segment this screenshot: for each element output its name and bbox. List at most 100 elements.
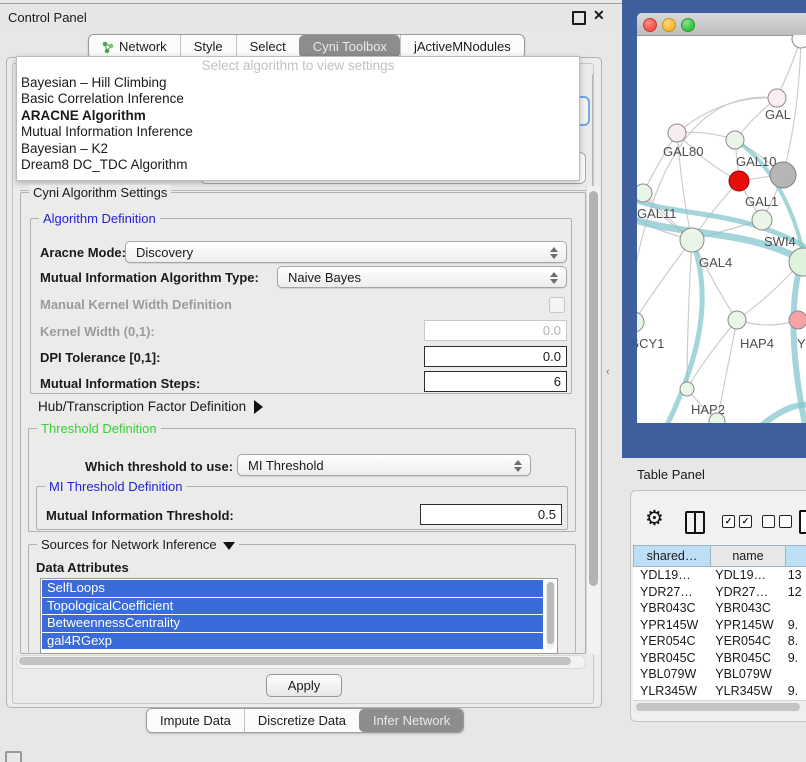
tab-discretize-data[interactable]: Discretize Data: [244, 709, 359, 732]
network-view-window[interactable]: GALGAL80GAL10GAL1GAL11GAL4SWI4GCY1HAP4YH…: [637, 13, 806, 423]
algorithm-option-basic-correlation-inference[interactable]: Basic Correlation Inference: [17, 91, 579, 107]
algorithm-option-dream8-dc-tdc-algorithm[interactable]: Dream8 DC_TDC Algorithm: [17, 157, 579, 173]
table-cell[interactable]: YER054C: [633, 633, 708, 650]
apply-button[interactable]: Apply: [266, 674, 342, 697]
algorithm-option-bayesian-k2[interactable]: Bayesian – K2: [17, 141, 579, 157]
zoom-traffic-light-icon[interactable]: [681, 18, 695, 32]
table-cell[interactable]: 8.: [781, 633, 806, 650]
tab-network[interactable]: Network: [89, 35, 180, 58]
algorithm-option-aracne-algorithm[interactable]: ARACNE Algorithm: [17, 108, 579, 124]
table-cell[interactable]: YBR043C: [633, 600, 708, 617]
table-cell[interactable]: 9.: [781, 650, 806, 667]
tab-impute-data[interactable]: Impute Data: [147, 709, 244, 732]
panel-collapse-icon[interactable]: ‹: [606, 366, 610, 378]
table-cell[interactable]: 13: [781, 567, 806, 584]
table-row[interactable]: YDL19…YDL19…13: [633, 567, 806, 584]
network-node-y[interactable]: [789, 311, 806, 329]
tab-jactivemnodules[interactable]: jActiveMNodules: [400, 35, 524, 58]
data-attributes-list[interactable]: SelfLoopsTopologicalCoefficientBetweenne…: [40, 578, 558, 654]
table-cell[interactable]: 9.: [781, 617, 806, 634]
network-graph[interactable]: GALGAL80GAL10GAL1GAL11GAL4SWI4GCY1HAP4YH…: [637, 35, 806, 423]
table-row[interactable]: YDR27…YDR27…12: [633, 584, 806, 601]
attribute-item-topologicalcoefficient[interactable]: TopologicalCoefficient: [42, 598, 543, 615]
unselect-all-columns-icon[interactable]: [762, 515, 792, 528]
table-cell[interactable]: YPR145W: [633, 617, 708, 634]
attribute-item-selfloops[interactable]: SelfLoops: [42, 580, 543, 597]
column-header-cut[interactable]: [786, 545, 806, 567]
mi-steps-field[interactable]: 6: [424, 371, 567, 392]
float-window-icon[interactable]: [572, 11, 586, 25]
sources-group-label[interactable]: Sources for Network Inference: [37, 537, 239, 552]
table-cell[interactable]: 12: [781, 584, 806, 601]
network-node-hap2[interactable]: [680, 382, 694, 396]
table-cell[interactable]: YDR27…: [633, 584, 708, 601]
attribute-list-scrollbar[interactable]: [546, 581, 555, 649]
network-node-gal80[interactable]: [668, 124, 686, 142]
settings-horizontal-scrollbar-thumb[interactable]: [19, 657, 571, 665]
network-node-gal[interactable]: [768, 89, 786, 107]
which-threshold-select[interactable]: MI Threshold: [237, 454, 531, 476]
close-traffic-light-icon[interactable]: [643, 18, 657, 32]
column-header-name[interactable]: name: [711, 545, 786, 567]
minimize-traffic-light-icon[interactable]: [662, 18, 676, 32]
table-horizontal-scrollbar[interactable]: [633, 700, 806, 713]
table-body[interactable]: YDL19…YDL19…13YDR27…YDR27…12YBR043CYBR04…: [633, 567, 806, 700]
dpi-tolerance-field[interactable]: 0.0: [424, 346, 567, 367]
attribute-list-scrollbar-thumb[interactable]: [547, 582, 554, 644]
restore-panel-icon[interactable]: [5, 751, 22, 762]
mi-type-select[interactable]: Naive Bayes: [277, 266, 567, 288]
network-node-hap4[interactable]: [728, 311, 746, 329]
hub-definition-toggle[interactable]: Hub/Transcription Factor Definition: [38, 399, 263, 414]
mi-threshold-field[interactable]: 0.5: [420, 504, 562, 525]
network-node[interactable]: [770, 162, 796, 188]
table-cell[interactable]: YBR045C: [633, 650, 708, 667]
table-cell[interactable]: YER054C: [708, 633, 780, 650]
network-node-gal4[interactable]: [680, 228, 704, 252]
tab-cyni-toolbox[interactable]: Cyni Toolbox: [299, 35, 400, 58]
table-row[interactable]: YBL079WYBL079W: [633, 666, 806, 683]
table-cell[interactable]: [781, 600, 806, 617]
table-cell[interactable]: YBL079W: [708, 666, 780, 683]
settings-vertical-scrollbar[interactable]: [586, 186, 600, 654]
table-cell[interactable]: YDR27…: [708, 584, 780, 601]
network-node[interactable]: [792, 35, 806, 48]
attribute-item-gal4rgexp[interactable]: gal4RGexp: [42, 633, 543, 650]
gear-icon[interactable]: ⚙: [645, 506, 664, 531]
table-cell[interactable]: YLR345W: [708, 683, 780, 700]
algorithm-option-mutual-information-inference[interactable]: Mutual Information Inference: [17, 124, 579, 140]
table-row[interactable]: YER054CYER054C8.: [633, 633, 806, 650]
kernel-width-field[interactable]: 0.0: [424, 320, 567, 341]
tab-infer-network[interactable]: Infer Network: [359, 709, 463, 732]
table-horizontal-scrollbar-thumb[interactable]: [636, 703, 800, 711]
select-all-columns-icon[interactable]: ✓ ✓: [722, 515, 752, 528]
table-cell[interactable]: YDL19…: [633, 567, 708, 584]
settings-horizontal-scrollbar[interactable]: [16, 655, 586, 669]
network-node[interactable]: [729, 171, 749, 191]
split-columns-icon[interactable]: [685, 511, 705, 534]
aracne-mode-select[interactable]: Discovery: [125, 241, 567, 263]
table-cell[interactable]: [781, 666, 806, 683]
table-cell[interactable]: 9.: [781, 683, 806, 700]
table-cell[interactable]: YLR345W: [633, 683, 708, 700]
table-row[interactable]: YBR045CYBR045C9.: [633, 650, 806, 667]
table-cell[interactable]: YDL19…: [708, 567, 780, 584]
network-window-titlebar[interactable]: [637, 13, 806, 36]
column-header-shared-name[interactable]: shared…: [633, 545, 711, 567]
network-node-gal10[interactable]: [726, 131, 744, 149]
settings-vertical-scrollbar-thumb[interactable]: [589, 191, 598, 586]
close-icon[interactable]: ✕: [593, 7, 605, 24]
table-cell[interactable]: YBR043C: [708, 600, 780, 617]
algorithm-option-bayesian-hill-climbing[interactable]: Bayesian – Hill Climbing: [17, 75, 579, 91]
table-row[interactable]: YLR345WYLR345W9.: [633, 683, 806, 700]
export-table-icon[interactable]: [799, 510, 806, 534]
network-node-gcy1[interactable]: [637, 312, 644, 332]
tab-style[interactable]: Style: [180, 35, 236, 58]
table-row[interactable]: YBR043CYBR043C: [633, 600, 806, 617]
manual-kernel-checkbox[interactable]: [549, 297, 565, 313]
table-cell[interactable]: YBR045C: [708, 650, 780, 667]
network-node-gal11[interactable]: [637, 184, 652, 202]
attribute-item-betweennesscentrality[interactable]: BetweennessCentrality: [42, 615, 543, 632]
table-cell[interactable]: YPR145W: [708, 617, 780, 634]
table-cell[interactable]: YBL079W: [633, 666, 708, 683]
table-row[interactable]: YPR145WYPR145W9.: [633, 617, 806, 634]
